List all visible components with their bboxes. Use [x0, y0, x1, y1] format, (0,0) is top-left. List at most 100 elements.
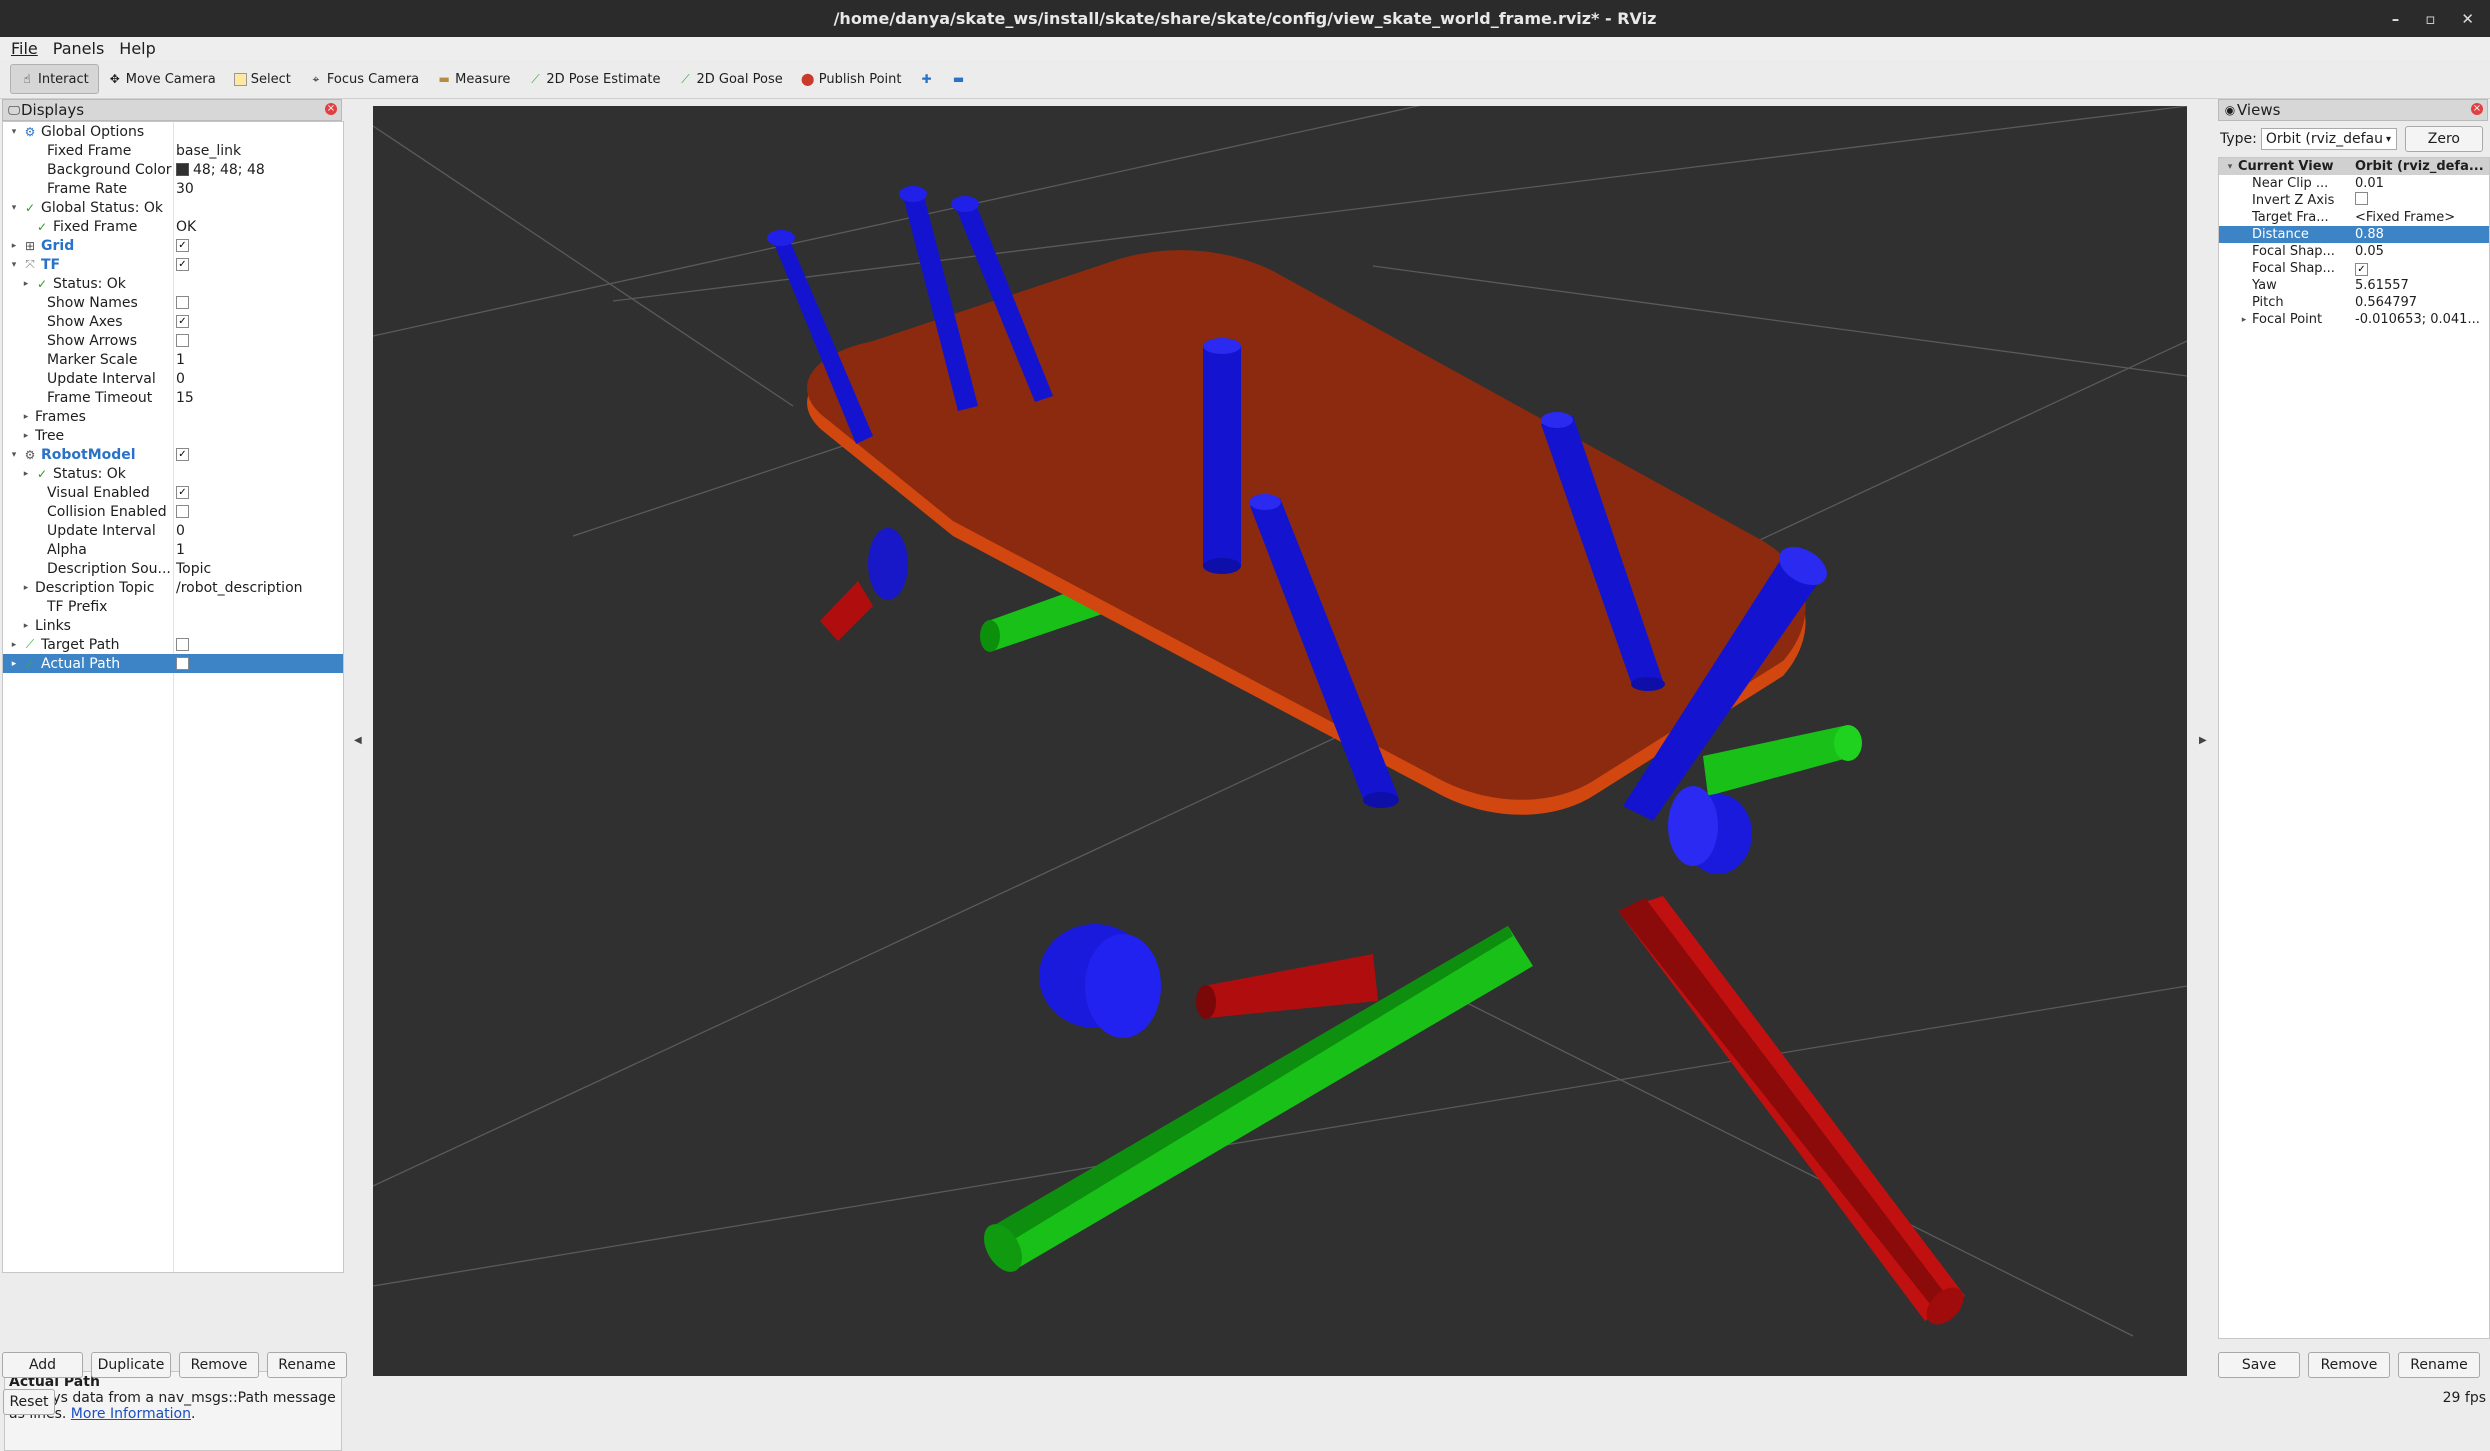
display-row[interactable]: Show Axes ✓ — [3, 312, 343, 331]
display-row[interactable]: ▸ Description Topic/robot_description — [3, 578, 343, 597]
add-tool-button[interactable]: ✚ — [910, 65, 942, 93]
tool-2d-pose-estimate[interactable]: ⟋ 2D Pose Estimate — [519, 65, 669, 93]
maximize-icon[interactable]: ▫ — [2425, 10, 2435, 28]
view-checkbox[interactable] — [2355, 192, 2368, 205]
expand-arrow-icon[interactable]: ▸ — [21, 412, 31, 422]
rename-view-button[interactable]: Rename — [2398, 1352, 2480, 1378]
display-row[interactable]: ▸ ⟋ Actual Path — [3, 654, 343, 673]
view-property-row[interactable]: ▸ Focal Point -0.010653; 0.041... — [2219, 311, 2489, 328]
tool-measure[interactable]: ▬ Measure — [428, 65, 519, 93]
display-checkbox[interactable] — [176, 296, 189, 309]
rename-display-button[interactable]: Rename — [267, 1352, 347, 1378]
close-icon[interactable]: ✕ — [2461, 10, 2474, 28]
tool-select[interactable]: Select — [225, 65, 300, 93]
display-row[interactable]: Marker Scale 1 — [3, 350, 343, 369]
display-row[interactable]: ▾ ✓ Global Status: Ok — [3, 198, 343, 217]
display-row-value[interactable]: 1 — [176, 542, 185, 558]
collapse-left-icon[interactable]: ◀ — [354, 735, 362, 746]
display-row[interactable]: Alpha 1 — [3, 540, 343, 559]
expand-arrow-icon[interactable]: ▾ — [9, 450, 19, 460]
save-view-button[interactable]: Save — [2218, 1352, 2300, 1378]
display-row[interactable]: ▸ Links — [3, 616, 343, 635]
display-row[interactable]: ▸ Tree — [3, 426, 343, 445]
view-property-value[interactable]: <Fixed Frame> — [2355, 210, 2455, 225]
display-row[interactable]: TF Prefix — [3, 597, 343, 616]
display-checkbox[interactable]: ✓ — [176, 258, 189, 271]
tool-2d-goal-pose[interactable]: ⟋ 2D Goal Pose — [669, 65, 791, 93]
add-display-button[interactable]: Add — [2, 1352, 83, 1378]
display-row-value[interactable]: OK — [176, 219, 196, 235]
display-checkbox[interactable] — [176, 657, 189, 670]
view-property-row[interactable]: Invert Z Axis — [2219, 192, 2489, 209]
view-property-row[interactable]: Focal Shap... 0.05 — [2219, 243, 2489, 260]
view-checkbox[interactable]: ✓ — [2355, 263, 2368, 276]
close-panel-icon[interactable]: × — [325, 103, 337, 115]
display-checkbox[interactable]: ✓ — [176, 486, 189, 499]
display-row[interactable]: Update Interval 0 — [3, 521, 343, 540]
menu-file[interactable]: File — [11, 39, 38, 58]
expand-arrow-icon[interactable]: ▾ — [9, 203, 19, 213]
display-row[interactable]: ▸ ⊞ Grid ✓ — [3, 236, 343, 255]
display-row-value[interactable]: 30 — [176, 181, 194, 197]
display-row[interactable]: Show Names — [3, 293, 343, 312]
display-row[interactable]: ▾ ⚙ RobotModel ✓ — [3, 445, 343, 464]
remove-display-button[interactable]: Remove — [179, 1352, 259, 1378]
zero-button[interactable]: Zero — [2404, 126, 2483, 152]
view-property-value[interactable]: 5.61557 — [2355, 278, 2409, 293]
display-row[interactable]: ▸ ✓ Status: Ok — [3, 464, 343, 483]
display-row-value[interactable]: Topic — [176, 561, 211, 577]
view-property-row[interactable]: Near Clip ... 0.01 — [2219, 175, 2489, 192]
reset-button[interactable]: Reset — [3, 1389, 55, 1415]
display-row[interactable]: ✓ Fixed Frame OK — [3, 217, 343, 236]
tool-move-camera[interactable]: ✥ Move Camera — [99, 65, 225, 93]
display-checkbox[interactable]: ✓ — [176, 239, 189, 252]
display-row-value[interactable]: 0 — [176, 371, 185, 387]
display-row[interactable]: Update Interval 0 — [3, 369, 343, 388]
close-panel-icon[interactable]: × — [2471, 103, 2483, 115]
display-row[interactable]: ▾ ⚙ Global Options — [3, 122, 343, 141]
display-row[interactable]: Collision Enabled — [3, 502, 343, 521]
expand-arrow-icon[interactable]: ▾ — [9, 127, 19, 137]
remove-tool-button[interactable]: ▬ — [942, 65, 974, 93]
tool-publish-point[interactable]: ⬤ Publish Point — [792, 65, 911, 93]
display-row[interactable]: ▸ ✓ Status: Ok — [3, 274, 343, 293]
display-checkbox[interactable] — [176, 638, 189, 651]
view-property-value[interactable]: 0.05 — [2355, 244, 2384, 259]
duplicate-display-button[interactable]: Duplicate — [91, 1352, 171, 1378]
display-row[interactable]: Frame Timeout 15 — [3, 388, 343, 407]
window-title-bar[interactable]: /home/danya/skate_ws/install/skate/share… — [0, 0, 2490, 37]
display-row[interactable]: Fixed Frame base_link — [3, 141, 343, 160]
display-row[interactable]: Description Sou... Topic — [3, 559, 343, 578]
view-property-value[interactable]: 0.564797 — [2355, 295, 2417, 310]
display-row[interactable]: ▸ Frames — [3, 407, 343, 426]
remove-view-button[interactable]: Remove — [2308, 1352, 2390, 1378]
displays-tree[interactable]: ▾ ⚙ Global Options Fixed Frame base_link Back… — [2, 121, 344, 1273]
collapse-right-icon[interactable]: ▶ — [2199, 735, 2207, 746]
views-tree[interactable]: ▾ Current View Orbit (rviz_defa... Near C… — [2218, 157, 2490, 1339]
menu-help[interactable]: Help — [119, 39, 155, 58]
expand-arrow-icon[interactable]: ▸ — [9, 640, 19, 650]
display-row[interactable]: Visual Enabled ✓ — [3, 483, 343, 502]
view-property-row[interactable]: Yaw 5.61557 — [2219, 277, 2489, 294]
tool-interact[interactable]: ☝ Interact — [10, 64, 99, 94]
display-row-value[interactable]: 1 — [176, 352, 185, 368]
view-property-row[interactable]: Pitch 0.564797 — [2219, 294, 2489, 311]
display-row[interactable]: Background Color 48; 48; 48 — [3, 160, 343, 179]
expand-arrow-icon[interactable]: ▸ — [21, 469, 31, 479]
display-row[interactable]: Show Arrows — [3, 331, 343, 350]
expand-arrow-icon[interactable]: ▸ — [9, 659, 19, 669]
display-row[interactable]: Frame Rate 30 — [3, 179, 343, 198]
view-property-value[interactable]: 0.88 — [2355, 227, 2384, 242]
view-property-value[interactable]: 0.01 — [2355, 176, 2384, 191]
display-checkbox[interactable]: ✓ — [176, 315, 189, 328]
tool-focus-camera[interactable]: ⌖ Focus Camera — [300, 65, 428, 93]
expand-arrow-icon[interactable]: ▸ — [21, 431, 31, 441]
display-row-value[interactable]: base_link — [176, 143, 241, 159]
display-checkbox[interactable] — [176, 505, 189, 518]
expand-arrow-icon[interactable]: ▾ — [9, 260, 19, 270]
display-checkbox[interactable] — [176, 334, 189, 347]
expand-arrow-icon[interactable]: ▸ — [21, 583, 31, 593]
view-property-row[interactable]: Distance 0.88 — [2219, 226, 2489, 243]
display-row-value[interactable]: 0 — [176, 523, 185, 539]
display-checkbox[interactable]: ✓ — [176, 448, 189, 461]
